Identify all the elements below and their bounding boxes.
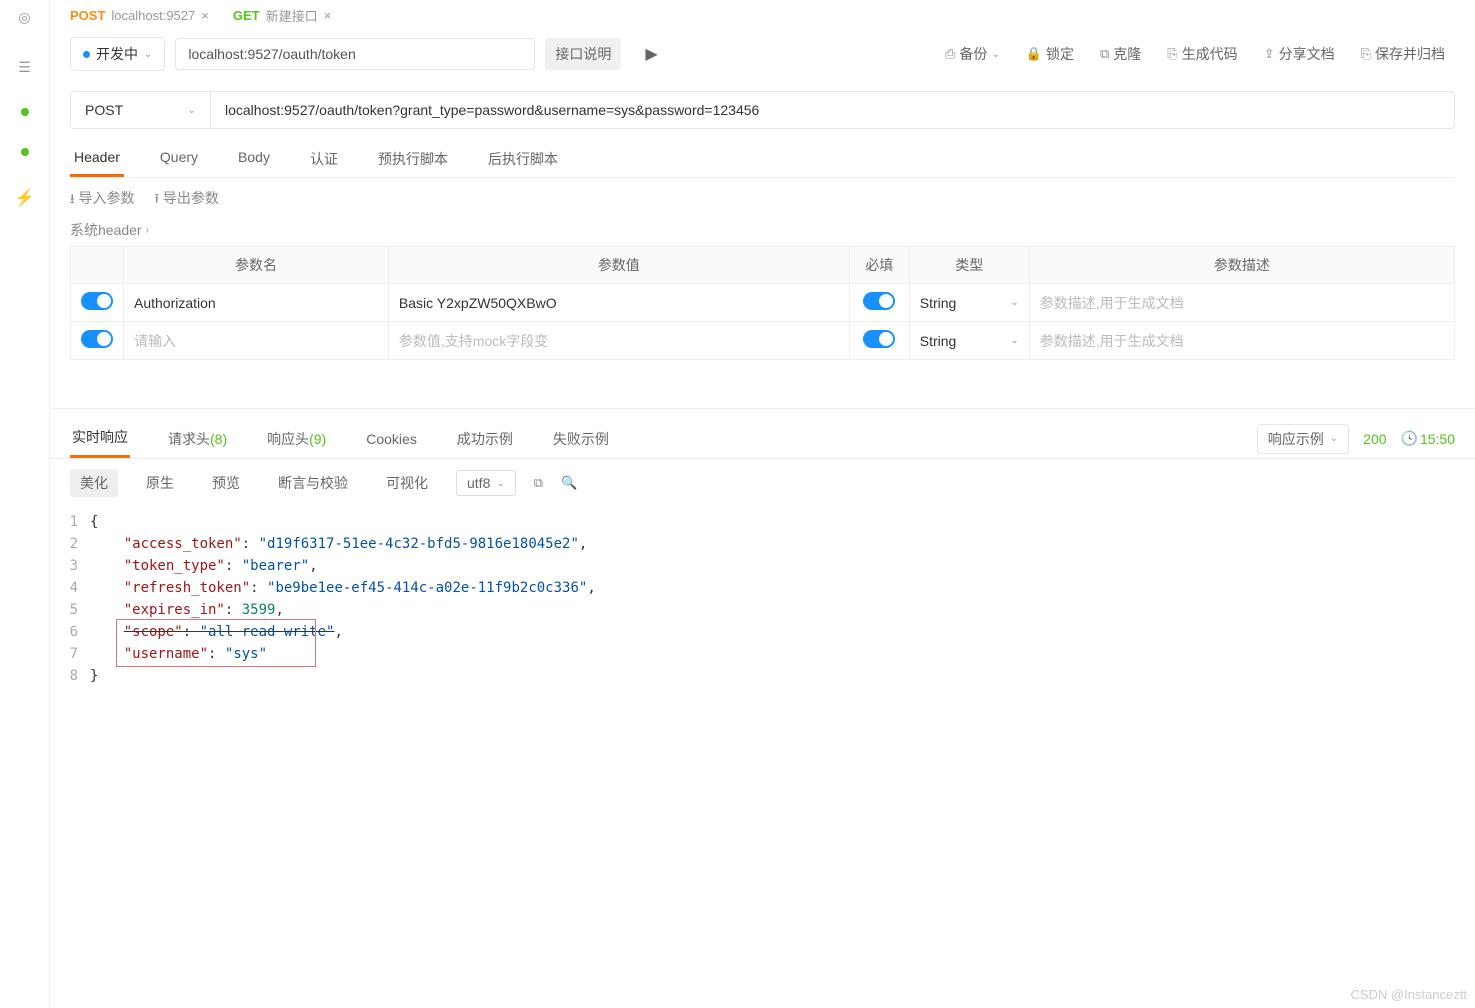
tab-1[interactable]: POST localhost:9527 × — [70, 6, 209, 25]
row-toggle[interactable] — [81, 292, 113, 310]
left-sidebar: ◎ ☰ ⚡ — [0, 0, 50, 1008]
tool-pretty[interactable]: 美化 — [70, 469, 118, 497]
clock-icon: 🕓 — [1401, 430, 1418, 447]
param-name-input[interactable]: Authorization — [124, 284, 389, 322]
target-icon[interactable]: ◎ — [16, 8, 34, 26]
share-button[interactable]: ⇪分享文档 — [1254, 38, 1345, 70]
tab-body[interactable]: Body — [234, 141, 274, 177]
bolt-icon[interactable]: ⚡ — [15, 188, 35, 208]
resp-tab-fail[interactable]: 失败示例 — [551, 421, 611, 457]
desc-input[interactable]: 参数描述,用于生成文档 — [1029, 322, 1454, 360]
row-toggle[interactable] — [81, 330, 113, 348]
tab-header[interactable]: Header — [70, 141, 124, 177]
request-tabs: Header Query Body 认证 预执行脚本 后执行脚本 — [70, 141, 1455, 178]
tool-preview[interactable]: 预览 — [202, 469, 250, 497]
resp-tab-live[interactable]: 实时响应 — [70, 419, 130, 458]
chevron-down-icon: ⌄ — [144, 49, 152, 60]
response-time: 🕓15:50 — [1401, 430, 1455, 447]
close-icon[interactable]: × — [201, 8, 209, 23]
required-toggle[interactable] — [863, 330, 895, 348]
close-icon[interactable]: × — [324, 8, 332, 23]
tool-assert[interactable]: 断言与校验 — [268, 469, 358, 497]
status-dot-2 — [21, 148, 29, 156]
response-example-select[interactable]: 响应示例⌄ — [1257, 424, 1349, 454]
export-params[interactable]: ⭱ 导出参数 — [154, 188, 218, 212]
tab-query[interactable]: Query — [156, 141, 202, 177]
tab-2[interactable]: GET 新建接口 × — [233, 6, 331, 25]
tab-auth[interactable]: 认证 — [306, 141, 342, 177]
type-select[interactable]: String⌄ — [920, 333, 1019, 349]
copy-icon[interactable]: ⧉ — [534, 475, 543, 491]
tab-prescript[interactable]: 预执行脚本 — [374, 141, 452, 177]
search-icon[interactable]: 🔍 — [561, 475, 577, 491]
tool-visual[interactable]: 可视化 — [376, 469, 438, 497]
resp-tab-cookies[interactable]: Cookies — [364, 423, 419, 455]
run-button[interactable]: ▶ — [631, 38, 671, 70]
param-name-input[interactable]: 请输入 — [124, 322, 389, 360]
chevron-right-icon: › — [146, 225, 149, 236]
env-select[interactable]: 开发中 ⌄ — [70, 37, 165, 71]
resp-tab-reqheaders[interactable]: 请求头(8) — [166, 421, 229, 457]
tab-postscript[interactable]: 后执行脚本 — [484, 141, 562, 177]
highlight-box — [116, 619, 316, 667]
desc-button[interactable]: 接口说明 — [545, 38, 621, 70]
params-table: 参数名 参数值 必填 类型 参数描述 Authorization Basic Y… — [70, 246, 1455, 360]
type-select[interactable]: String⌄ — [920, 295, 1019, 311]
param-value-input[interactable]: 参数值,支持mock字段变 — [388, 322, 849, 360]
table-row: 请输入 参数值,支持mock字段变 String⌄ 参数描述,用于生成文档 — [71, 322, 1455, 360]
param-value-input[interactable]: Basic Y2xpZW50QXBwO — [388, 284, 849, 322]
lock-button[interactable]: 🔒锁定 — [1016, 38, 1084, 70]
url-display[interactable]: localhost:9527/oauth/token — [175, 38, 535, 70]
gencode-button[interactable]: ⎘生成代码 — [1157, 38, 1247, 70]
status-dot-1 — [21, 108, 29, 116]
backup-button[interactable]: ⎙备份⌄ — [935, 38, 1010, 70]
save-button[interactable]: ⎘保存并归档 — [1351, 38, 1455, 70]
import-params[interactable]: ⭳ 导入参数 — [70, 188, 134, 212]
chevron-down-icon: ⌄ — [188, 105, 196, 116]
tool-raw[interactable]: 原生 — [136, 469, 184, 497]
method-select[interactable]: POST⌄ — [71, 92, 211, 128]
required-toggle[interactable] — [863, 292, 895, 310]
encoding-select[interactable]: utf8⌄ — [456, 470, 516, 496]
editor-tabs: POST localhost:9527 × GET 新建接口 × — [50, 0, 1475, 25]
clone-button[interactable]: ⧉克隆 — [1090, 38, 1151, 70]
watermark: CSDN @Instanceztt — [1350, 987, 1467, 1002]
table-row: Authorization Basic Y2xpZW50QXBwO String… — [71, 284, 1455, 322]
list-icon[interactable]: ☰ — [16, 58, 34, 76]
status-code: 200 — [1363, 431, 1386, 447]
desc-input[interactable]: 参数描述,用于生成文档 — [1029, 284, 1454, 322]
full-url-input[interactable]: localhost:9527/oauth/token?grant_type=pa… — [211, 92, 1454, 128]
system-header-toggle[interactable]: 系统header › — [70, 220, 1455, 240]
response-body: 12345678 { "access_token": "d19f6317-51e… — [50, 507, 1475, 707]
resp-tab-respheaders[interactable]: 响应头(9) — [265, 421, 328, 457]
resp-tab-success[interactable]: 成功示例 — [455, 421, 515, 457]
